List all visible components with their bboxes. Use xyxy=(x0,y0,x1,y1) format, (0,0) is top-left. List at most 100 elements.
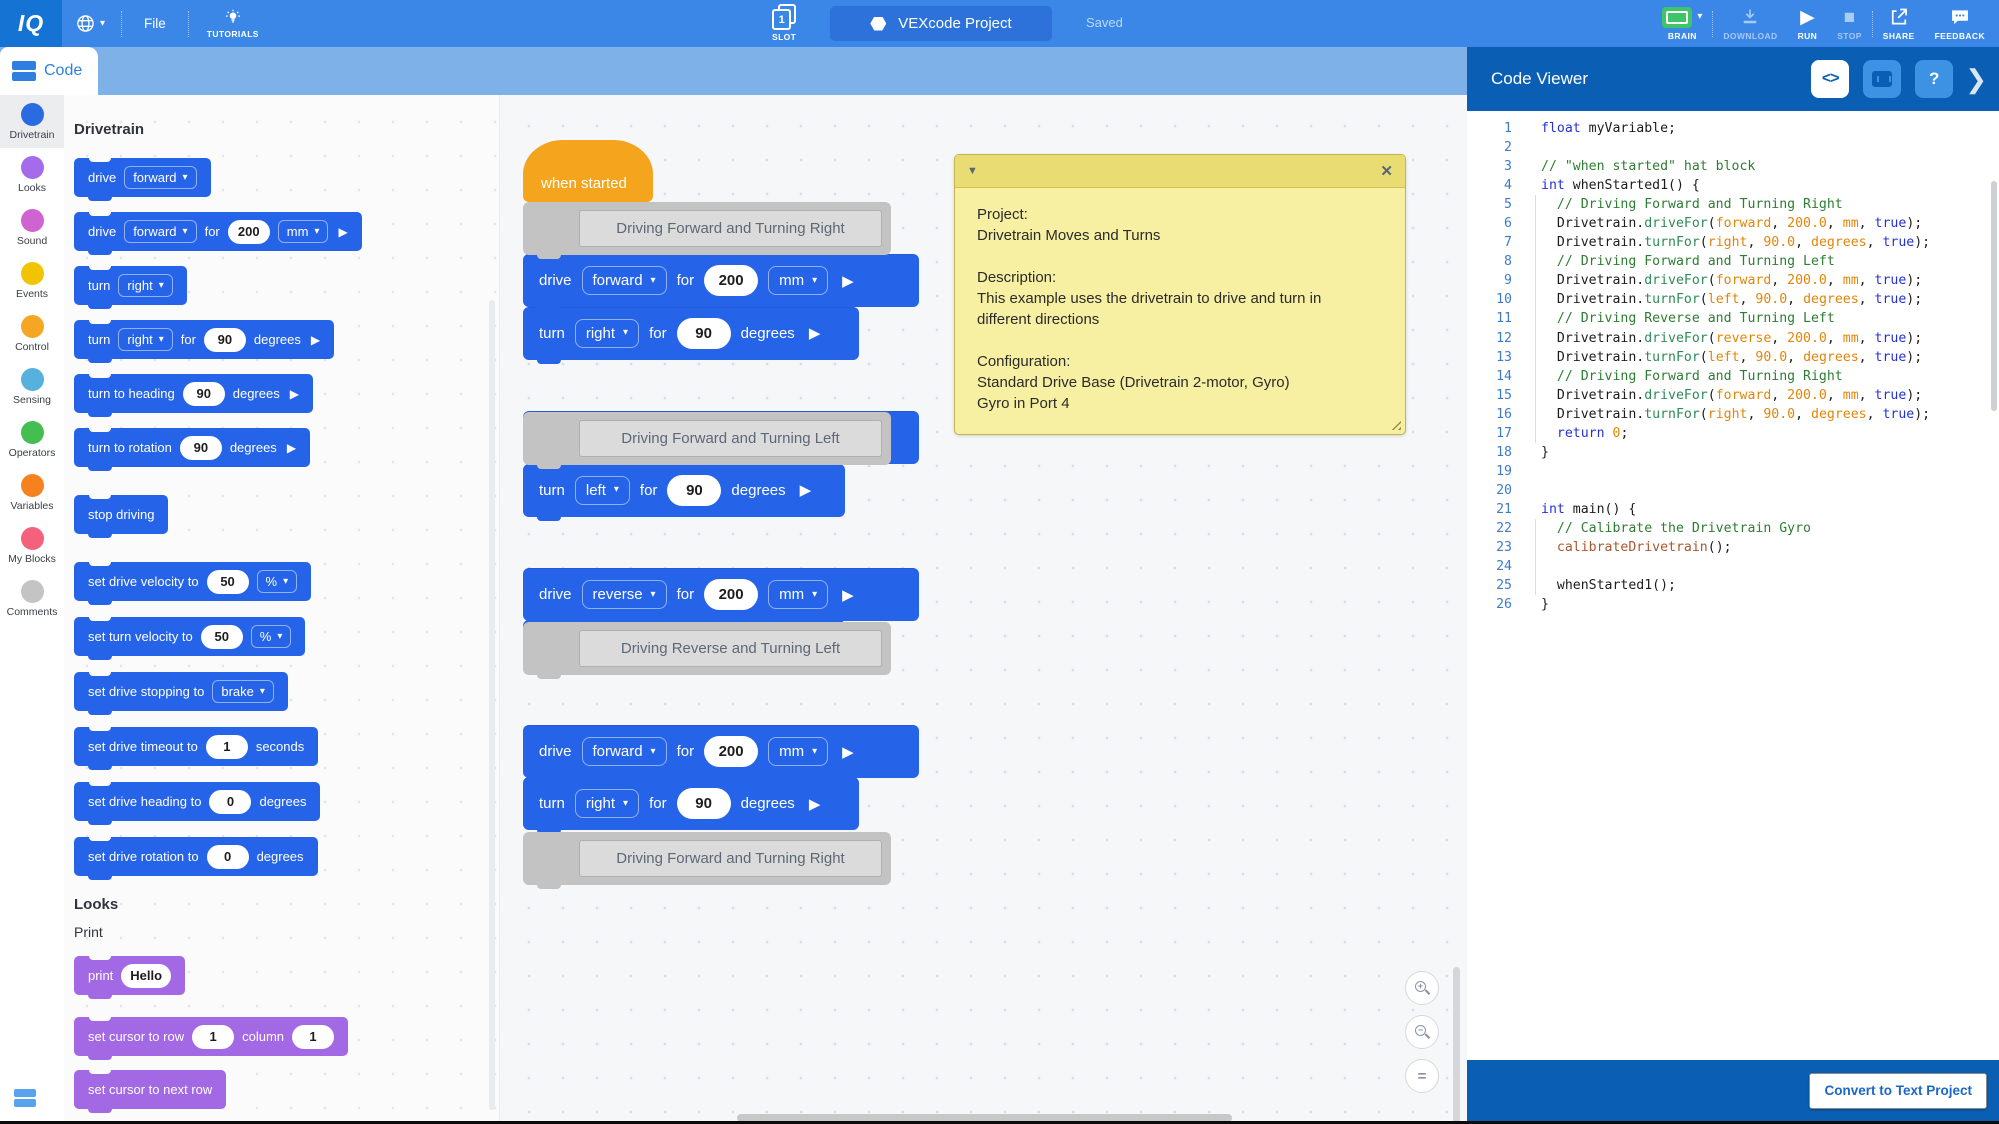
palette-block[interactable]: set turn velocity to50%▾ xyxy=(74,617,305,656)
sidebar-item-events[interactable]: Events xyxy=(0,254,64,307)
sidebar-item-drivetrain[interactable]: Drivetrain xyxy=(0,95,64,148)
expand-arrow-icon[interactable]: ▶ xyxy=(290,387,299,401)
expand-arrow-icon[interactable]: ▶ xyxy=(842,586,854,604)
share-button[interactable]: SHARE xyxy=(1873,0,1925,47)
sidebar-item-my-blocks[interactable]: My Blocks xyxy=(0,519,64,572)
brain-button[interactable]: ▾ BRAIN xyxy=(1652,0,1712,47)
zoom-out-button[interactable]: − xyxy=(1405,1015,1439,1049)
palette-block[interactable]: set drive velocity to50%▾ xyxy=(74,562,311,601)
block-value-input[interactable]: 200 xyxy=(704,736,758,767)
palette-block[interactable]: set cursor to row1column1 xyxy=(74,1017,348,1056)
zoom-in-button[interactable]: + xyxy=(1405,971,1439,1005)
block-dropdown[interactable]: right▾ xyxy=(575,319,639,348)
expand-arrow-icon[interactable]: ▶ xyxy=(338,225,347,239)
palette-block[interactable]: set drive heading to0degrees xyxy=(74,782,320,821)
block-dropdown[interactable]: forward▾ xyxy=(124,166,196,189)
collapse-panel-icon[interactable]: ❯ xyxy=(1965,64,1987,95)
palette-block[interactable]: driveforward▾ xyxy=(74,158,211,197)
slot-selector[interactable]: 1 SLOT xyxy=(772,4,796,42)
block-value-input[interactable]: 90 xyxy=(677,788,731,819)
palette-block[interactable]: turnright▾ xyxy=(74,266,187,305)
block-value-input[interactable]: 1 xyxy=(292,1025,334,1049)
drivetrain-block[interactable]: drivereverse▾for200mm▾▶ xyxy=(523,568,919,621)
device-info-button[interactable] xyxy=(1863,60,1901,98)
comment-note[interactable]: ▼ ✕ Project:Drivetrain Moves and TurnsDe… xyxy=(954,154,1406,435)
workspace-canvas[interactable]: when startedDriving Forward and Turning … xyxy=(500,95,1467,1121)
expand-arrow-icon[interactable]: ▶ xyxy=(842,272,854,290)
block-value-input[interactable]: 200 xyxy=(704,579,758,610)
block-value-input[interactable]: 90 xyxy=(204,328,246,352)
comment-block[interactable]: Driving Reverse and Turning Left xyxy=(523,622,891,675)
help-button[interactable]: ? xyxy=(1915,60,1953,98)
comment-block[interactable]: Driving Forward and Turning Right xyxy=(523,832,891,885)
sidebar-item-sensing[interactable]: Sensing xyxy=(0,360,64,413)
palette-scrollbar[interactable] xyxy=(489,300,495,1110)
block-dropdown[interactable]: mm▾ xyxy=(278,220,329,243)
block-value-input[interactable]: 1 xyxy=(192,1025,234,1049)
block-dropdown[interactable]: forward▾ xyxy=(124,220,196,243)
tutorials-button[interactable]: TUTORIALS xyxy=(189,9,277,39)
comment-block[interactable]: Driving Forward and Turning Right xyxy=(523,202,891,255)
block-value-input[interactable]: 200 xyxy=(704,265,758,296)
language-menu[interactable]: ▾ xyxy=(62,14,121,33)
tab-code[interactable]: Code xyxy=(0,47,98,95)
drivetrain-block[interactable]: driveforward▾for200mm▾▶ xyxy=(523,254,919,307)
project-name-button[interactable]: VEXcode Project xyxy=(830,6,1052,41)
sidebar-item-variables[interactable]: Variables xyxy=(0,466,64,519)
palette-block[interactable]: turn to heading90degrees▶ xyxy=(74,374,313,413)
sidebar-item-sound[interactable]: Sound xyxy=(0,201,64,254)
block-dropdown[interactable]: brake▾ xyxy=(212,680,274,703)
block-dropdown[interactable]: %▾ xyxy=(257,570,298,593)
block-value-input[interactable]: Hello xyxy=(121,964,171,988)
block-value-input[interactable]: 200 xyxy=(228,220,270,244)
stop-button[interactable]: ■ STOP xyxy=(1827,0,1872,47)
feedback-button[interactable]: FEEDBACK xyxy=(1925,0,1995,47)
comment-block[interactable]: Driving Forward and Turning Left xyxy=(523,412,891,465)
block-value-input[interactable]: 0 xyxy=(209,790,251,814)
download-button[interactable]: DOWNLOAD xyxy=(1713,0,1787,47)
horizontal-scrollbar[interactable] xyxy=(737,1114,1232,1121)
block-dropdown[interactable]: right▾ xyxy=(575,789,639,818)
block-value-input[interactable]: 90 xyxy=(180,436,222,460)
convert-to-text-button[interactable]: Convert to Text Project xyxy=(1809,1073,1987,1109)
sidebar-item-operators[interactable]: Operators xyxy=(0,413,64,466)
zoom-reset-button[interactable]: = xyxy=(1405,1059,1439,1093)
block-dropdown[interactable]: right▾ xyxy=(118,328,172,351)
block-dropdown[interactable]: left▾ xyxy=(575,476,630,505)
vertical-scrollbar[interactable] xyxy=(1453,967,1460,1121)
palette-block[interactable]: stop driving xyxy=(74,495,168,534)
drivetrain-block[interactable]: turnright▾for90degrees▶ xyxy=(523,307,859,360)
block-dropdown[interactable]: reverse▾ xyxy=(582,580,667,609)
block-dropdown[interactable]: mm▾ xyxy=(768,580,828,609)
toggle-palette-button[interactable] xyxy=(14,1089,36,1107)
expand-arrow-icon[interactable]: ▶ xyxy=(842,743,854,761)
note-close-icon[interactable]: ✕ xyxy=(1380,162,1393,180)
sidebar-item-comments[interactable]: Comments xyxy=(0,572,64,625)
block-dropdown[interactable]: forward▾ xyxy=(582,266,667,295)
palette-block[interactable]: set drive stopping tobrake▾ xyxy=(74,672,288,711)
block-value-input[interactable]: 0 xyxy=(207,845,249,869)
sidebar-item-control[interactable]: Control xyxy=(0,307,64,360)
when-started-hat-block[interactable]: when started xyxy=(523,140,653,202)
sidebar-item-looks[interactable]: Looks xyxy=(0,148,64,201)
block-value-input[interactable]: 50 xyxy=(207,570,249,594)
note-collapse-icon[interactable]: ▼ xyxy=(967,165,978,177)
block-value-input[interactable]: 90 xyxy=(667,475,721,506)
palette-block[interactable]: turnright▾for90degrees▶ xyxy=(74,320,334,359)
block-dropdown[interactable]: mm▾ xyxy=(768,266,828,295)
file-menu[interactable]: File xyxy=(122,16,188,31)
block-value-input[interactable]: 90 xyxy=(183,382,225,406)
palette-block[interactable]: set drive rotation to0degrees xyxy=(74,837,318,876)
block-value-input[interactable]: 50 xyxy=(201,625,243,649)
palette-block[interactable]: set drive timeout to1seconds xyxy=(74,727,318,766)
code-view-toggle[interactable]: <> xyxy=(1811,60,1849,98)
drivetrain-block[interactable]: driveforward▾for200mm▾▶ xyxy=(523,725,919,778)
expand-arrow-icon[interactable]: ▶ xyxy=(809,324,821,342)
drivetrain-block[interactable]: turnright▾for90degrees▶ xyxy=(523,777,859,830)
run-button[interactable]: ▶ RUN xyxy=(1788,0,1828,47)
palette-block[interactable]: printHello xyxy=(74,956,185,995)
block-dropdown[interactable]: mm▾ xyxy=(768,737,828,766)
expand-arrow-icon[interactable]: ▶ xyxy=(800,481,812,499)
expand-arrow-icon[interactable]: ▶ xyxy=(809,795,821,813)
block-dropdown[interactable]: %▾ xyxy=(251,625,292,648)
